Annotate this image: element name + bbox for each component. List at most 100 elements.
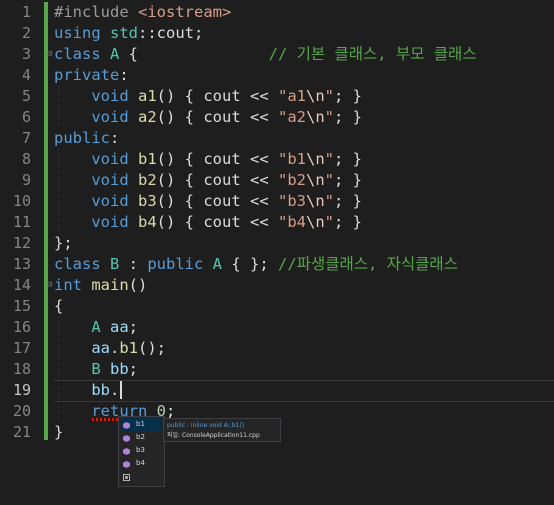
code-token: ; <box>194 24 204 42</box>
completion-item[interactable]: b3 <box>121 444 161 457</box>
code-text: void b2() { cout << "b2\n"; } <box>54 170 362 191</box>
completion-item[interactable] <box>121 470 161 483</box>
code-text: private: <box>54 65 129 86</box>
code-line[interactable]: 9 void b2() { cout << "b2\n"; } <box>0 170 554 191</box>
code-token: << <box>240 171 278 189</box>
code-line[interactable]: 13 class B : public A { }; //파생클래스, 자식클래스 <box>0 254 554 275</box>
code-token: void <box>91 150 138 168</box>
intellisense-tooltip: public : inline void A::b1() 파일: Console… <box>163 418 281 442</box>
code-token: " <box>324 108 335 126</box>
code-text: void b1() { cout << "b1\n"; } <box>54 149 362 170</box>
method-icon <box>123 447 130 455</box>
code-token: "b2 <box>278 171 306 189</box>
code-token: : <box>119 255 148 273</box>
code-text: int main() <box>54 275 147 296</box>
code-line[interactable]: 5 void a1() { cout << "a1\n"; } <box>0 86 554 107</box>
code-line[interactable]: 16 A aa; <box>0 317 554 338</box>
code-token: \n <box>306 150 325 168</box>
code-token: A <box>91 318 110 336</box>
code-token: { <box>54 297 64 315</box>
line-number: 1 <box>21 3 31 21</box>
code-token: <iostream> <box>138 3 232 21</box>
intellisense-list[interactable]: b1 b2 b3 b4 <box>118 416 165 487</box>
line-number: 18 <box>12 360 31 378</box>
line-number: 8 <box>21 150 31 168</box>
code-line[interactable]: 7 public: <box>0 128 554 149</box>
code-token: class <box>54 255 110 273</box>
code-token: "b1 <box>278 150 306 168</box>
line-number: 7 <box>21 129 31 147</box>
line-number: 9 <box>21 171 31 189</box>
code-line[interactable]: 11 void b4() { cout << "b4\n"; } <box>0 212 554 233</box>
code-line[interactable]: 12}; <box>0 233 554 254</box>
line-number: 16 <box>12 318 31 336</box>
code-token: bb <box>110 360 129 378</box>
completion-item[interactable]: b1 <box>121 418 161 431</box>
code-token: B <box>91 360 110 378</box>
code-token: #include <box>54 3 138 21</box>
code-token: private <box>54 66 120 84</box>
code-token: cout <box>203 150 241 168</box>
fold-toggle-icon[interactable]: ⊟ <box>47 279 53 291</box>
code-token: b1 <box>119 339 139 357</box>
fold-toggle-icon[interactable]: ⊟ <box>47 48 53 60</box>
completion-item-label: b1 <box>136 420 145 428</box>
code-line[interactable]: 6 void a2() { cout << "a2\n"; } <box>0 107 554 128</box>
method-icon <box>123 460 130 468</box>
code-token: { <box>119 45 269 63</box>
code-token: class <box>54 45 110 63</box>
completion-item[interactable]: b2 <box>121 431 161 444</box>
code-token: cout <box>203 171 241 189</box>
code-token: void <box>91 87 138 105</box>
code-line[interactable]: 4 private: <box>0 65 554 86</box>
code-token: \n <box>306 192 325 210</box>
code-line[interactable]: 8 void b1() { cout << "b1\n"; } <box>0 149 554 170</box>
code-line[interactable]: 2 using std::cout; <box>0 23 554 44</box>
code-line[interactable]: 3 ⊟ class A { // 기본 클래스, 부모 클래스 <box>0 44 554 65</box>
code-token: () { <box>156 213 204 231</box>
code-token: void <box>91 192 138 210</box>
code-text: bb. <box>54 380 119 401</box>
code-token: }; <box>54 234 73 252</box>
line-number: 3 <box>21 45 31 63</box>
code-token: public <box>147 255 213 273</box>
code-token: : <box>119 66 129 84</box>
code-token: () { <box>156 192 204 210</box>
code-line[interactable]: 15 { <box>0 296 554 317</box>
code-token: ; <box>128 318 139 336</box>
method-icon <box>123 421 130 429</box>
code-token: void <box>91 213 138 231</box>
code-token: " <box>324 150 335 168</box>
code-line[interactable]: 1 #include <iostream> <box>0 2 554 23</box>
code-token: bb <box>91 381 110 399</box>
code-token: a1 <box>138 87 157 105</box>
completion-item[interactable]: b4 <box>121 457 161 470</box>
code-token: " <box>324 87 335 105</box>
code-line[interactable]: 14 ⊟ int main() <box>0 275 554 296</box>
code-text: void b4() { cout << "b4\n"; } <box>54 212 362 233</box>
line-number: 14 <box>12 276 31 294</box>
code-token: () { <box>156 171 204 189</box>
code-token: A <box>110 45 120 63</box>
code-line[interactable]: 18 B bb; <box>0 359 554 380</box>
code-token: "b3 <box>278 192 306 210</box>
code-token: \n <box>306 108 325 126</box>
code-editor[interactable]: 1 #include <iostream> 2 using std::cout; 3 ⊟ c… <box>0 0 554 505</box>
code-line[interactable]: 19 bb. <box>0 380 554 401</box>
code-line[interactable]: 17 aa.b1(); <box>0 338 554 359</box>
code-token: "b4 <box>278 213 306 231</box>
code-text: class B : public A { }; //파생클래스, 자식클래스 <box>54 254 458 275</box>
line-number: 17 <box>12 339 31 357</box>
code-text: void a1() { cout << "a1\n"; } <box>54 86 362 107</box>
code-text: public: <box>54 128 119 149</box>
code-line[interactable]: 10 void b3() { cout << "b3\n"; } <box>0 191 554 212</box>
code-token: A <box>212 255 223 273</box>
code-text: { <box>54 296 63 317</box>
code-token: ; } <box>334 213 363 231</box>
